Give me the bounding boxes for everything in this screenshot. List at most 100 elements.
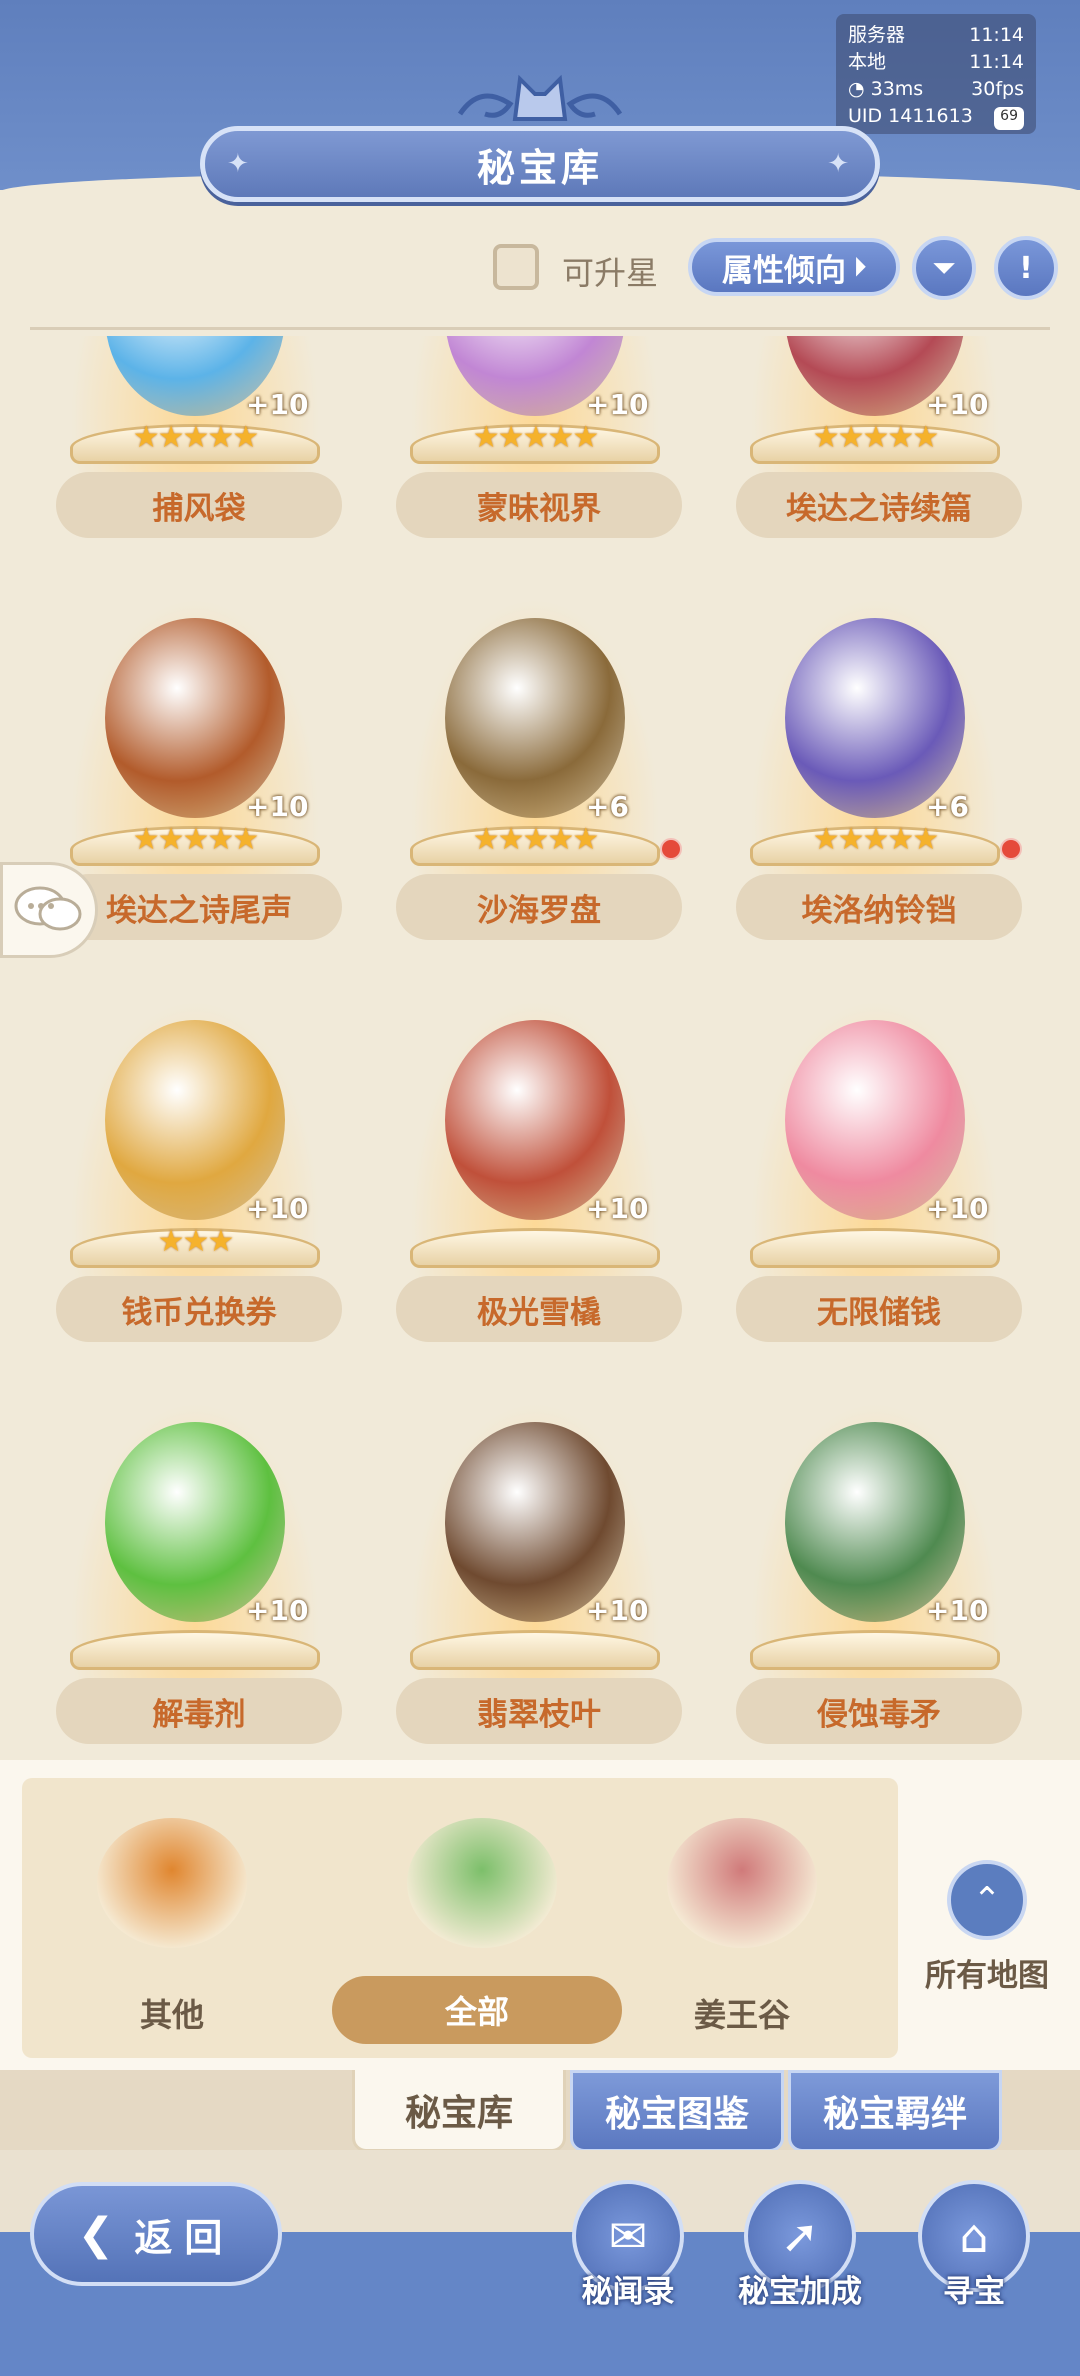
tab-vault[interactable]: 秘宝库 xyxy=(352,2070,566,2152)
treasure-icon xyxy=(105,618,285,818)
level-badge: +6 xyxy=(586,790,629,823)
filter-row: 可升星 属性倾向 ⏵ ⏷ ! xyxy=(0,236,1080,300)
back-arrow-icon: ❮ xyxy=(77,2208,115,2260)
all-maps-label: 所有地图 xyxy=(925,1958,1049,1994)
treasure-icon xyxy=(105,1020,285,1220)
treasure-icon xyxy=(785,618,965,818)
treasure-card[interactable]: +10 解毒剂 xyxy=(50,1402,342,1746)
filter-funnel-button[interactable]: ⏷ xyxy=(912,236,976,300)
treasure-name: 极光雪橇 xyxy=(396,1276,682,1342)
tab-codex[interactable]: 秘宝图鉴 xyxy=(570,2070,784,2152)
treasure-name: 钱币兑换券 xyxy=(56,1276,342,1342)
region-all[interactable]: 全部 xyxy=(322,1778,622,2058)
info-book-button[interactable]: ! xyxy=(994,236,1058,300)
treasure-name: 埃洛纳铃铛 xyxy=(736,874,1022,940)
region-all-label: 全部 xyxy=(332,1976,622,2044)
back-label: 返回 xyxy=(134,2215,235,2260)
region-jiangwang[interactable]: 姜王谷 xyxy=(622,1778,862,2058)
divider xyxy=(30,327,1050,330)
treasure-card[interactable]: ★★★★★ +10 捕风袋 xyxy=(50,336,342,596)
chat-icon xyxy=(14,886,82,931)
treasure-name: 捕风袋 xyxy=(56,472,342,538)
star-rating: ★★★★★ xyxy=(472,420,599,455)
treasure-name: 翡翠枝叶 xyxy=(396,1678,682,1744)
level-badge: +10 xyxy=(246,1594,309,1627)
treasure-name: 侵蚀毒矛 xyxy=(736,1678,1022,1744)
star-rating: ★★★★★ xyxy=(132,420,259,455)
all-maps-button[interactable]: ⌃ 所有地图 xyxy=(912,1860,1062,1995)
level-badge: +10 xyxy=(586,1192,649,1225)
treasure-boost-button[interactable]: ➚ 秘宝加成 xyxy=(738,2180,862,2330)
lore-button[interactable]: ✉ 秘闻录 xyxy=(568,2180,688,2330)
tab-codex-label: 秘宝图鉴 xyxy=(604,2094,749,2135)
server-label: 服务器 xyxy=(848,24,906,46)
star-rating: ★★★ xyxy=(157,1224,235,1259)
fps-value: 30fps xyxy=(971,78,1024,100)
treasure-hunt-button[interactable]: ⌂ 寻宝 xyxy=(914,2180,1034,2330)
level-badge: +6 xyxy=(926,790,969,823)
treasure-card[interactable]: +10 翡翠枝叶 xyxy=(390,1402,682,1746)
title-plate: ✦ 秘宝库 ✦ xyxy=(200,126,880,202)
level-badge: +10 xyxy=(926,1192,989,1225)
treasure-icon xyxy=(445,1422,625,1622)
sparkle-icon: ✦ xyxy=(827,149,853,179)
tab-strip: 秘宝库 秘宝图鉴 秘宝羁绊 xyxy=(0,2070,1080,2152)
back-button[interactable]: ❮ 返回 xyxy=(30,2182,282,2286)
region-selector: 其他 全部 姜王谷 xyxy=(22,1778,898,2058)
treasure-name: 蒙昧视界 xyxy=(396,472,682,538)
treasure-icon xyxy=(105,1422,285,1622)
attribute-filter-button[interactable]: 属性倾向 ⏵ xyxy=(688,238,900,296)
treasure-grid: ★★★★★ +10 捕风袋 ★★★★★ +10 蒙昧视界 ★★★★★ +10 埃达之诗续篇 ★★★… xyxy=(0,336,1080,1746)
treasure-boost-label: 秘宝加成 xyxy=(738,2274,862,2310)
treasure-card[interactable]: ★★★★★ +6 埃洛纳铃铛 xyxy=(730,598,1022,998)
uid-text: UID 1411613 xyxy=(848,105,973,127)
treasure-name: 无限储钱 xyxy=(736,1276,1022,1342)
region-other[interactable]: 其他 xyxy=(52,1778,292,2058)
tab-bonds-label: 秘宝羁绊 xyxy=(822,2094,967,2135)
region-jiangwang-picture xyxy=(667,1818,817,1948)
treasure-card[interactable]: ★★★★★ +10 蒙昧视界 xyxy=(390,336,682,596)
treasure-card[interactable]: +10 极光雪橇 xyxy=(390,1000,682,1400)
local-time: 11:14 xyxy=(969,51,1024,73)
treasure-hunt-label: 寻宝 xyxy=(943,2274,1005,2310)
pedestal xyxy=(70,1630,320,1670)
region-other-label: 其他 xyxy=(139,1996,204,2034)
pedestal xyxy=(410,1630,660,1670)
map-pin-icon: ⌃ xyxy=(947,1860,1027,1940)
tab-bonds[interactable]: 秘宝羁绊 xyxy=(788,2070,1002,2152)
battery-badge: 69 xyxy=(994,107,1024,130)
local-label: 本地 xyxy=(848,51,887,73)
treasure-card[interactable]: +10 无限储钱 xyxy=(730,1000,1022,1400)
info-book-icon: ! xyxy=(1019,250,1033,286)
lore-label: 秘闻录 xyxy=(581,2274,675,2310)
level-badge: +10 xyxy=(926,1594,989,1627)
treasure-card[interactable]: ★★★★★ +10 埃达之诗尾声 xyxy=(50,598,342,998)
treasure-card[interactable]: ★★★★★ +6 沙海罗盘 xyxy=(390,598,682,998)
level-badge: +10 xyxy=(926,388,989,421)
treasure-icon xyxy=(785,1020,965,1220)
caret-right-icon: ⏵ xyxy=(854,253,866,281)
region-other-picture xyxy=(97,1818,247,1948)
region-all-picture xyxy=(407,1818,557,1948)
treasure-card[interactable]: +10 侵蚀毒矛 xyxy=(730,1402,1022,1746)
treasure-icon xyxy=(785,1422,965,1622)
chat-button[interactable] xyxy=(0,862,98,958)
funnel-icon: ⏷ xyxy=(932,250,956,286)
treasure-name: 解毒剂 xyxy=(56,1678,342,1744)
notification-dot xyxy=(660,838,682,860)
region-panel: 其他 全部 姜王谷 ⌃ 所有地图 xyxy=(0,1760,1080,2070)
treasure-card[interactable]: ★★★ +10 钱币兑换券 xyxy=(50,1000,342,1400)
level-badge: +10 xyxy=(586,1594,649,1627)
attribute-filter-label: 属性倾向 xyxy=(722,252,846,289)
wifi-ping: ◔ 33ms xyxy=(848,78,924,100)
star-rating: ★★★★★ xyxy=(472,822,599,857)
treasure-name: 沙海罗盘 xyxy=(396,874,682,940)
pedestal xyxy=(750,1228,1000,1268)
tab-vault-label: 秘宝库 xyxy=(404,2092,513,2134)
treasure-name: 埃达之诗尾声 xyxy=(56,874,342,940)
star-rating: ★★★★★ xyxy=(812,822,939,857)
status-overlay: 服务器 11:14 本地 11:14 ◔ 33ms 30fps UID 1411613… xyxy=(836,14,1036,134)
treasure-card[interactable]: ★★★★★ +10 埃达之诗续篇 xyxy=(730,336,1022,596)
level-badge: +10 xyxy=(246,1192,309,1225)
upgradable-checkbox[interactable] xyxy=(493,244,539,290)
